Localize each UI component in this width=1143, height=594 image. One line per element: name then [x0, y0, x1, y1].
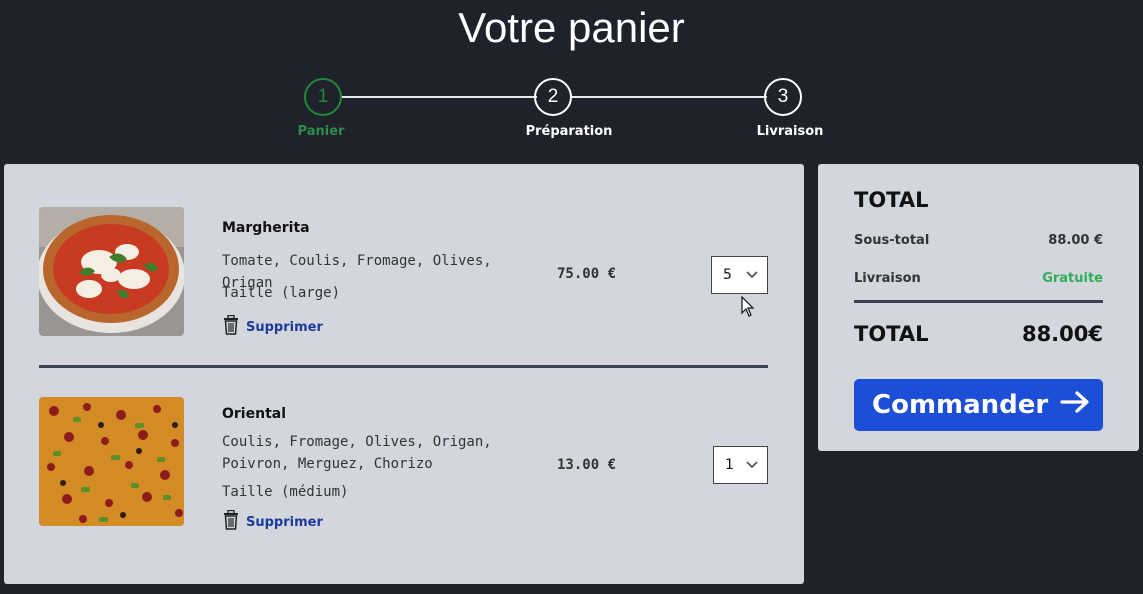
delete-item-button[interactable]: Supprimer — [222, 509, 323, 534]
mouse-cursor-icon — [741, 295, 755, 322]
step-3-circle[interactable]: 3 — [764, 78, 802, 116]
step-2-circle[interactable]: 2 — [534, 78, 572, 116]
cart-items-panel: Margherita Tomate, Coulis, Fromage, Oliv… — [4, 164, 804, 584]
delete-label: Supprimer — [246, 514, 323, 530]
item-ingredients: Coulis, Fromage, Olives, Origan, Poivron… — [222, 434, 492, 472]
item-name: Margherita — [222, 220, 310, 236]
chevron-down-icon — [746, 457, 758, 473]
delete-item-button[interactable]: Supprimer — [222, 314, 323, 339]
step-connector — [341, 96, 537, 98]
item-size: Taille (médium) — [222, 484, 349, 500]
step-1-circle[interactable]: 1 — [304, 78, 342, 116]
total-value: 88.00€ — [1021, 322, 1103, 346]
pizza-oriental-image — [39, 397, 184, 526]
item-price: 13.00 € — [557, 457, 617, 473]
trash-icon — [222, 509, 240, 534]
quantity-value: 1 — [725, 457, 734, 473]
pizza-margherita-image — [39, 207, 184, 336]
step-2-label: Préparation — [525, 124, 613, 139]
subtotal-label: Sous-total — [854, 233, 930, 248]
order-summary-panel: TOTAL Sous-total 88.00 € Livraison Gratu… — [818, 164, 1139, 451]
subtotal-value: 88.00 € — [1048, 233, 1103, 248]
order-button-label: Commander — [872, 390, 1049, 420]
quantity-value: 5 — [723, 267, 732, 283]
arrow-right-icon — [1060, 390, 1090, 420]
item-name: Oriental — [222, 406, 287, 422]
delivery-label: Livraison — [854, 271, 921, 286]
order-button[interactable]: Commander — [854, 379, 1103, 431]
chevron-down-icon — [746, 267, 758, 283]
checkout-stepper: 1 2 3 Panier Préparation Livraison — [0, 78, 1143, 148]
summary-divider — [854, 300, 1103, 303]
quantity-select[interactable]: 1 — [713, 446, 768, 484]
item-price: 75.00 € — [557, 266, 617, 282]
step-connector — [571, 96, 767, 98]
step-3-label: Livraison — [756, 124, 824, 139]
trash-icon — [222, 314, 240, 339]
delivery-value: Gratuite — [1042, 271, 1103, 286]
item-size: Taille (large) — [222, 285, 341, 301]
summary-title: TOTAL — [854, 188, 929, 212]
total-label: TOTAL — [854, 322, 929, 346]
page-title: Votre panier — [458, 4, 685, 51]
item-divider — [39, 365, 768, 368]
step-1-label: Panier — [297, 124, 345, 139]
quantity-select[interactable]: 5 — [711, 256, 768, 294]
delete-label: Supprimer — [246, 319, 323, 335]
